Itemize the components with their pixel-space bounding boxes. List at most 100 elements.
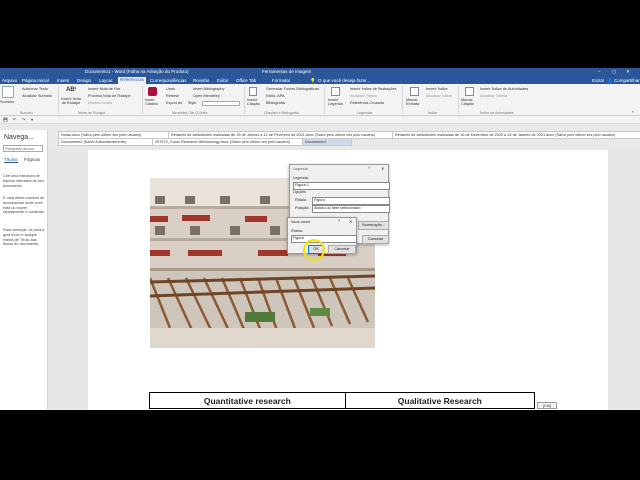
sign-in-link[interactable]: Entrar [592,78,604,83]
mostrar-notas-button[interactable]: Mostrar Notas [88,101,112,105]
numeracao-button[interactable]: Numeração... [358,221,389,230]
group-citacoes: Citações e Bibliografia [264,111,299,115]
marcar-entrada-button[interactable]: Marcar Entrada [406,98,420,106]
novo-nome-help-icon[interactable]: ? [338,219,340,223]
redo-icon[interactable]: ↷ [22,117,25,122]
sumario-icon[interactable] [2,86,14,98]
estilo-dropdown[interactable]: Estilo: APA [266,94,285,98]
table-header-quantitative[interactable]: Quantitative research [149,392,346,409]
novo-nome-rotulo-input[interactable]: Figura [291,235,357,243]
legenda-close-icon[interactable]: ✕ [381,166,384,171]
style-dropdown[interactable]: Style [188,101,196,105]
inserir-indice-button[interactable]: Inserir Índice [426,87,448,91]
inserir-indice-ilustracoes-button[interactable]: Inserir Índice de Ilustrações [350,87,396,91]
atualizar-indice-button[interactable]: Atualizar Índice [426,94,452,98]
marcar-citacao-button[interactable]: Marcar Citação [461,98,475,106]
bibliografia-dropdown[interactable]: Bibliografia [266,101,285,105]
group-legendas: Legendas [357,111,373,115]
cursor-highlight [303,239,325,261]
doc-tab-documento1[interactable]: Documento1 [302,138,352,146]
atualizar-tabela-button[interactable]: Atualizar Tabela [350,94,377,98]
mark-entry-icon[interactable] [410,87,419,96]
ribbon-referencias: Sumário Adicionar Texto Atualizar Sumári… [0,84,640,116]
tab-arquivo[interactable]: Arquivo [2,78,17,83]
inserir-citacao-button[interactable]: Inserir Citação [247,98,261,106]
caption-icon[interactable] [331,87,340,96]
posicao-label: Posição: [295,206,310,210]
style-field[interactable] [202,101,240,106]
collapse-ribbon-icon[interactable]: ˄ [632,110,634,114]
group-autoridades: Índice de Autoridades [480,111,514,115]
inserir-nota-fim-button[interactable]: Inserir Nota de Fim [88,87,120,91]
tab-exibir[interactable]: Exibir [217,78,228,83]
legenda-text-input[interactable]: Figura 1 [293,182,390,190]
inserir-nota-rodape-button[interactable]: Inserir Nota de Rodapé [60,97,82,105]
title-bar: Documento1 - Word (Falha na Ativação do … [0,68,640,77]
maximize-icon[interactable]: ▢ [612,69,616,75]
rotulo-select[interactable]: Figura [312,197,390,205]
novo-nome-cancel-button[interactable]: Cancelar [328,245,356,254]
tab-pagina-inicial[interactable]: Página Inicial [22,78,49,83]
sumario-button[interactable]: Sumário [0,100,14,104]
group-sumario: Sumário [20,111,34,115]
posicao-select[interactable]: Abaixo do item selecionado [312,205,390,213]
group-indice: Índice [428,111,438,115]
nav-search-input[interactable]: Pesquisar docum [3,145,43,152]
atualizar-tabela-autoridades-button[interactable]: Atualizar Tabela [480,94,507,98]
novo-nome-title: Novo nome [291,220,311,224]
table-header-qualitative[interactable]: Qualitative Research [344,392,536,409]
doc-tab-research-methodology[interactable]: 297573_Guion Research Methodology.docx (… [152,138,306,146]
save-icon[interactable]: 💾 [3,117,8,122]
tab-correspondencias[interactable]: Correspondências [150,78,187,83]
customize-qat-icon[interactable]: ▾ [31,117,33,122]
undo-button[interactable]: Undo [166,87,175,91]
export-as-button[interactable]: Export as [166,101,182,105]
navigation-pane: Navega... Pesquisar docum Títulos Página… [0,130,48,410]
tab-formatar[interactable]: Formatar [272,78,290,83]
doc-tab-relatorio-dez[interactable]: Relatório de actividades realizadas de 1… [392,131,640,139]
paste-options-badge[interactable]: (Ctrl) [537,402,557,409]
group-mendeley: Mendeley Cite-O-Matic [172,111,208,115]
mark-citation-icon[interactable] [465,87,474,96]
tab-office-tab[interactable]: Office Tab [236,78,256,83]
referencia-cruzada-button[interactable]: Referência Cruzada [350,101,384,105]
group-notas: Notas de Rodapé [78,111,106,115]
citation-icon[interactable] [249,87,257,96]
minimize-icon[interactable]: – [598,69,601,74]
nav-help-text-1: Crie uma estrutura de tópicos interativa… [3,174,44,188]
tab-layout[interactable]: Layout [99,78,113,83]
adicionar-texto-button[interactable]: Adicionar Texto [22,87,48,91]
tab-revisao[interactable]: Revisão [193,78,209,83]
share-button[interactable]: Compartilhar [614,78,640,83]
mendeley-icon[interactable] [148,87,157,96]
footnote-icon[interactable]: AB¹ [66,87,77,93]
inserir-legenda-button[interactable]: Inserir Legenda [328,98,344,106]
insert-bibliography-button[interactable]: Insert Bibliography [193,87,224,91]
novo-nome-rotulo-label: Rótulo: [291,229,304,233]
help-icon[interactable]: ? [368,166,370,170]
gerenciar-fontes-button[interactable]: Gerenciar Fontes Bibliográficas [266,87,319,91]
opcoes-label: Opções [293,190,307,194]
refresh-button[interactable]: Refresh [166,94,179,98]
novo-nome-close-icon[interactable]: ✕ [349,219,352,224]
proxima-nota-button[interactable]: Próxima Nota de Rodapé [88,94,131,98]
doc-tab-documento2[interactable]: Documento2 (Salvo Automaticamente) [58,138,156,146]
open-mendeley-button[interactable]: Open Mendeley [193,94,220,98]
nav-tab-titulos[interactable]: Títulos [4,157,18,163]
legenda-label: Legenda: [293,176,309,180]
legenda-cancel-button[interactable]: Cancelar [362,235,389,244]
nav-tab-paginas[interactable]: Páginas [24,157,40,162]
rotulo-label: Rótulo: [295,198,308,202]
insert-citation-button[interactable]: Insert Citation [145,98,163,106]
undo-icon[interactable]: ↶ [13,117,16,122]
window-title: Documento1 - Word (Falha na Ativação do … [85,69,189,74]
atualizar-sumario-button[interactable]: Atualizar Sumário [22,94,52,98]
nav-title: Navega... [4,134,34,141]
tab-referencias[interactable]: Referências [118,77,147,84]
search-tell-me[interactable]: O que você deseja fazer... [318,78,370,83]
inserir-indice-autoridades-button[interactable]: Inserir Índice de Autoridades [480,87,528,91]
nav-help-text-3: Para começar, vá para a guia Início e ap… [3,228,45,247]
tab-design[interactable]: Design [77,78,91,83]
close-icon[interactable]: ✕ [626,69,630,75]
tab-inserir[interactable]: Inserir [57,78,70,83]
